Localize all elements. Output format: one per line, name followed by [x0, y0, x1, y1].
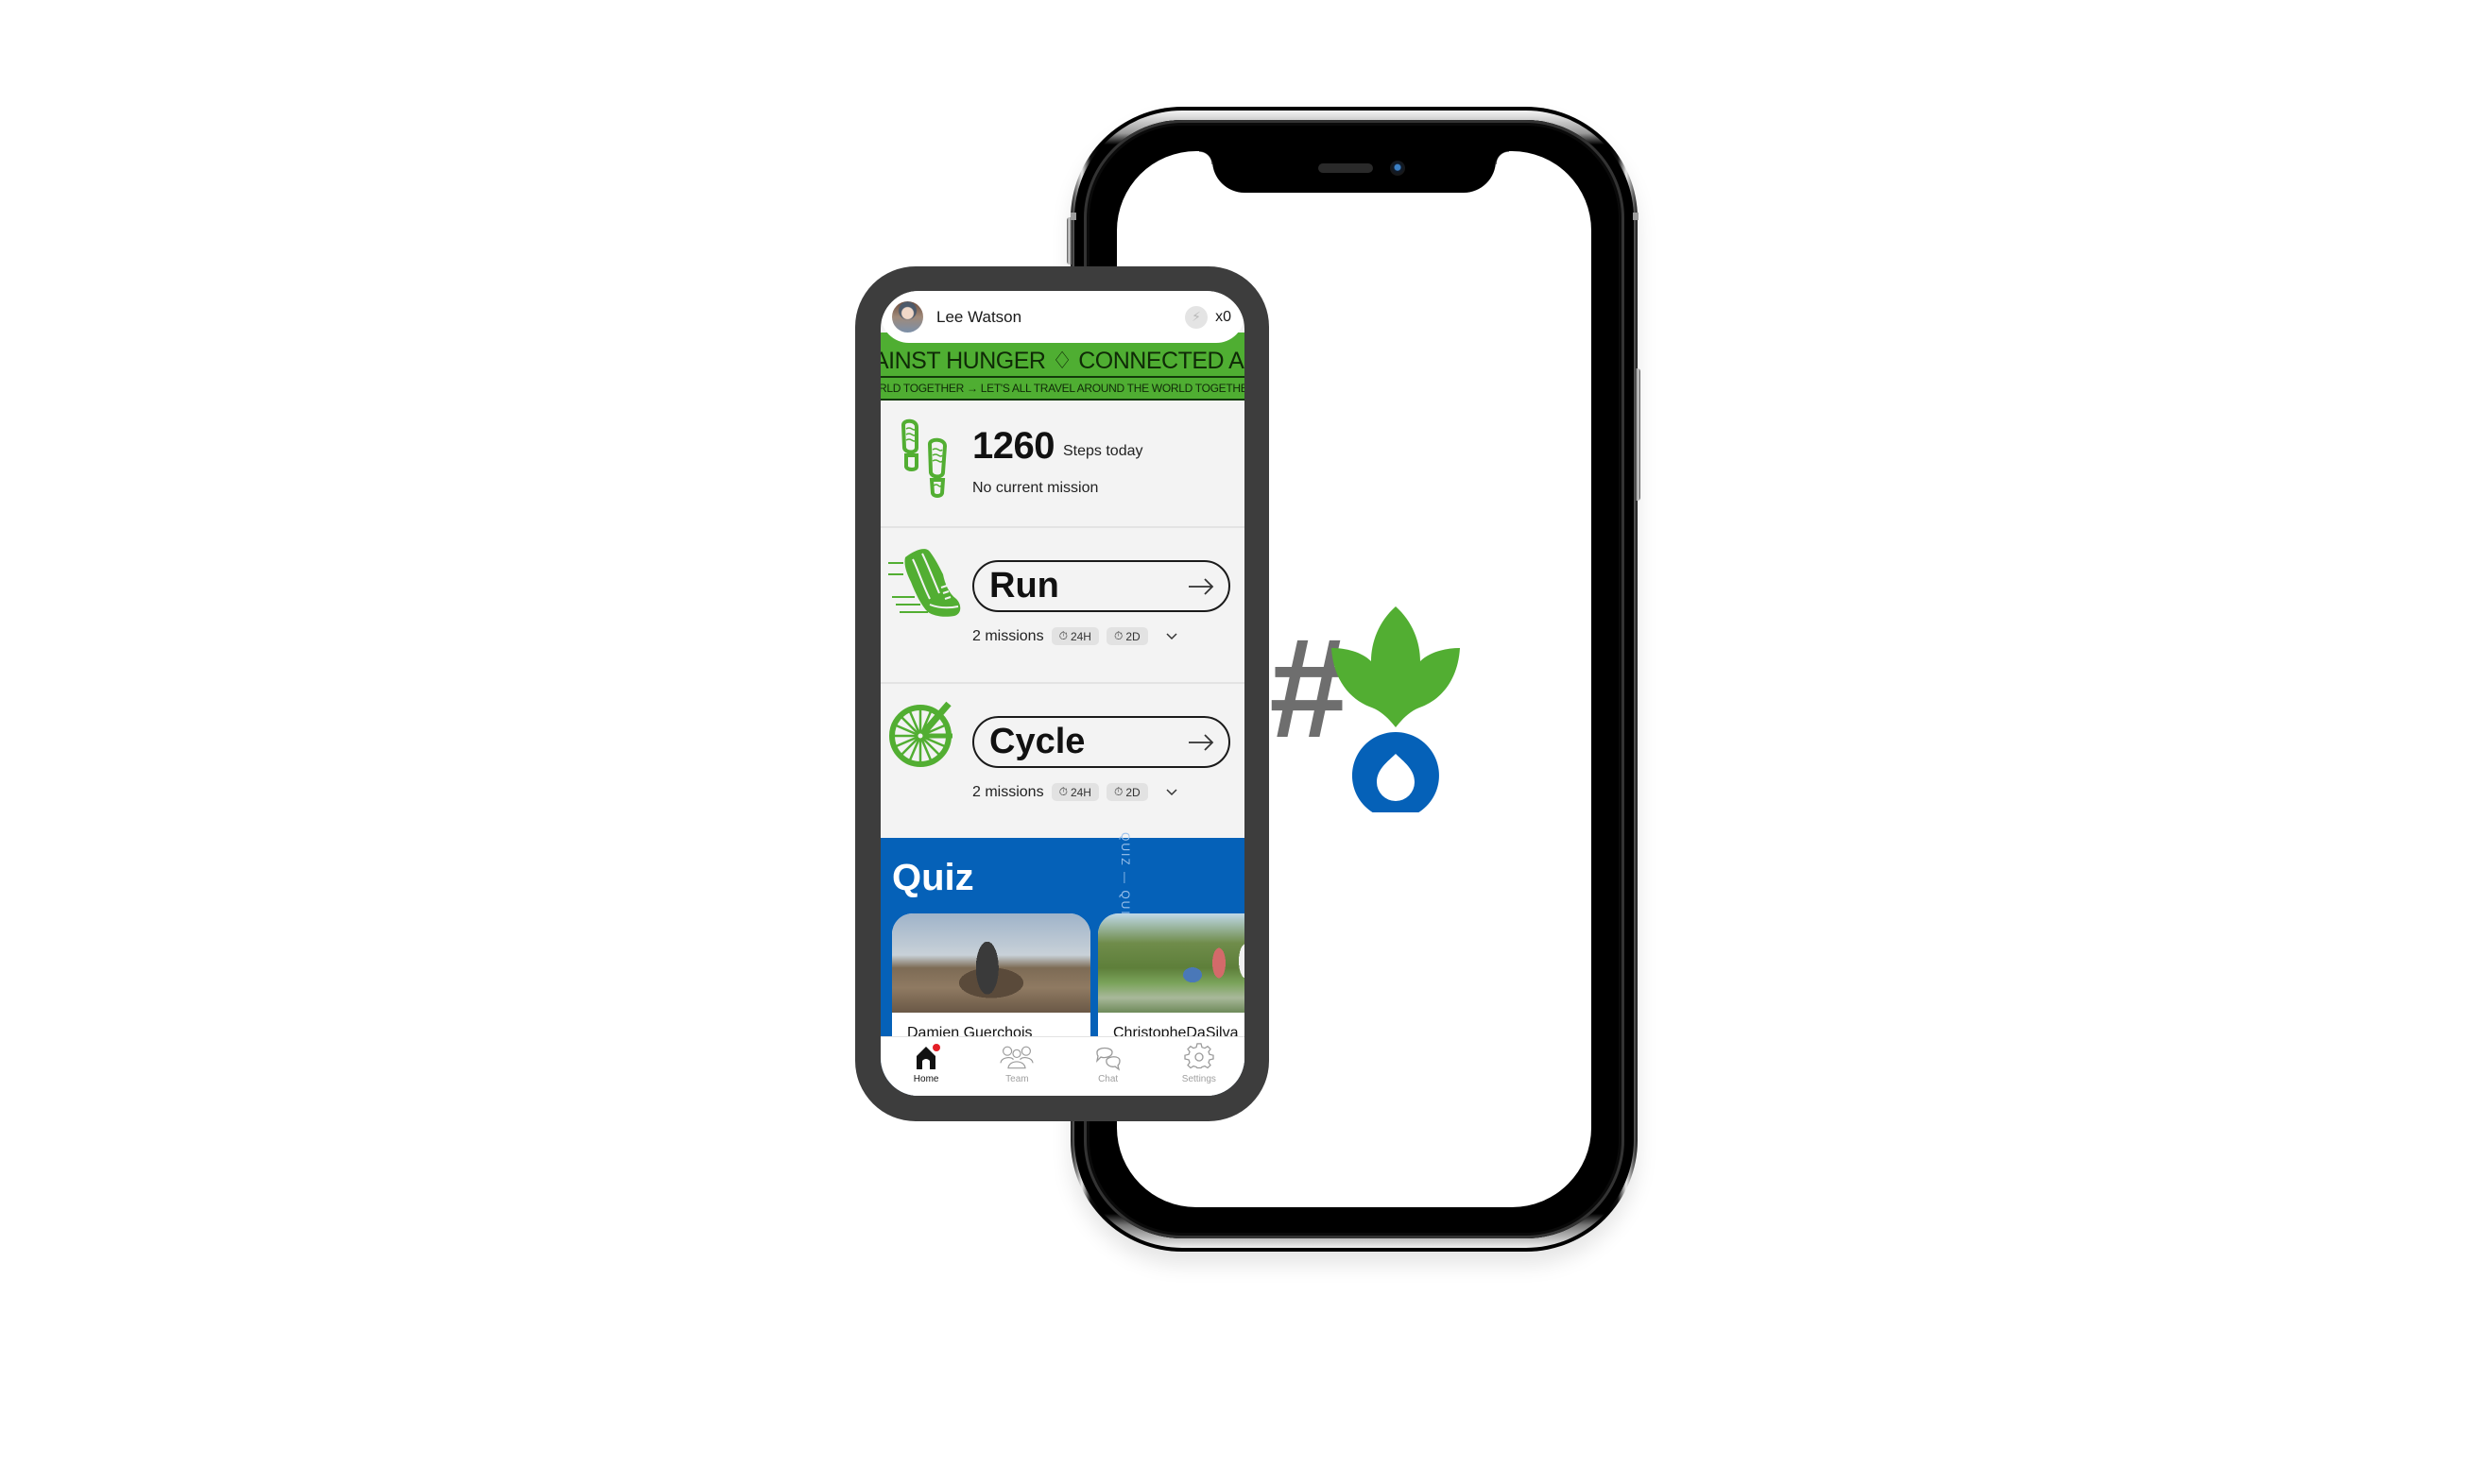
mission-count: 2 missions [972, 783, 1044, 800]
duration-chip[interactable]: ⏱ 24H [1051, 627, 1099, 645]
leaf-icon [1331, 606, 1460, 727]
activity-label: Cycle [989, 722, 1086, 761]
device-notch [1199, 151, 1509, 193]
bicycle-wheel-icon [889, 701, 952, 767]
chevron-down-icon[interactable] [1165, 632, 1178, 641]
team-icon [1000, 1046, 1035, 1069]
duration-chip[interactable]: ⏱ 2D [1106, 783, 1148, 801]
water-drop-icon [1351, 732, 1439, 812]
nav-label: Home [913, 1074, 939, 1084]
mission-status: No current mission [972, 480, 1099, 496]
nav-item-home[interactable]: Home [881, 1037, 971, 1096]
quiz-title: Quiz [892, 857, 974, 898]
notification-dot [933, 1044, 941, 1051]
duration-chip[interactable]: ⏱ 24H [1051, 783, 1099, 801]
activity-run: Run 2 missions ⏱ 24H ⏱ 2D [881, 527, 1244, 684]
nav-label: Settings [1181, 1074, 1216, 1084]
arrow-right-icon [1189, 577, 1214, 595]
activity-label: Run [989, 566, 1059, 606]
avatar[interactable] [892, 301, 923, 333]
cycle-button[interactable]: Cycle [972, 716, 1230, 768]
steps-label: Steps today [1063, 443, 1143, 459]
banner-divider [881, 399, 1244, 401]
device-volume-button [1067, 217, 1072, 264]
chevron-down-icon[interactable] [1165, 788, 1178, 797]
nav-item-chat[interactable]: Chat [1063, 1037, 1154, 1096]
nav-item-settings[interactable]: Settings [1154, 1037, 1244, 1096]
quiz-card-image [892, 913, 1090, 1013]
device-side-button [1636, 368, 1640, 501]
chip-label: 2D [1125, 785, 1141, 799]
timer-icon: ⏱ [1058, 785, 1068, 798]
app-screen: Lee Watson ⚡ x0 AINST HUNGER ♢ CONNECTED… [881, 291, 1244, 1096]
nav-label: Team [1005, 1074, 1029, 1084]
activity-meta: 2 missions ⏱ 24H ⏱ 2D [972, 783, 1178, 801]
user-name: Lee Watson [936, 307, 1022, 326]
gear-icon [1184, 1043, 1214, 1069]
speaker-grille [1318, 163, 1373, 173]
duration-chip[interactable]: ⏱ 2D [1106, 627, 1148, 645]
quiz-card-image [1098, 913, 1244, 1013]
run-button[interactable]: Run [972, 560, 1230, 612]
timer-icon: ⏱ [1113, 785, 1124, 798]
quiz-vertical-label: QUIZ — QUIZ [1119, 832, 1132, 925]
app-header: Lee Watson ⚡ x0 [881, 291, 1244, 343]
activity-cycle: Cycle 2 missions ⏱ 24H ⏱ 2D [881, 683, 1244, 838]
timer-icon: ⏱ [1113, 629, 1124, 642]
arrow-right-icon [1189, 733, 1214, 751]
mission-count: 2 missions [972, 627, 1044, 644]
nav-label: Chat [1098, 1074, 1119, 1084]
banner-divider [881, 376, 1244, 378]
chip-label: 24H [1070, 785, 1091, 799]
footprints-icon [901, 418, 948, 498]
timer-icon: ⏱ [1058, 629, 1068, 642]
brand-logo: # [1271, 606, 1460, 812]
steps-count: 1260 [972, 425, 1055, 467]
running-shoe-icon [888, 549, 961, 617]
chat-icon [1095, 1047, 1121, 1071]
antenna-band [1071, 213, 1076, 220]
hash-symbol: # [1271, 608, 1347, 767]
chip-label: 2D [1125, 629, 1141, 643]
lightning-icon: ⚡ [1185, 305, 1209, 329]
chip-label: 24H [1070, 629, 1091, 643]
steps-summary: 1260 Steps today No current mission [881, 401, 1244, 528]
nav-item-team[interactable]: Team [971, 1037, 1062, 1096]
banner-subline: RLD TOGETHER → LET'S ALL TRAVEL AROUND T… [881, 382, 1244, 395]
home-icon [917, 1044, 941, 1069]
front-camera-icon [1390, 161, 1405, 176]
device-mockup-small: Lee Watson ⚡ x0 AINST HUNGER ♢ CONNECTED… [855, 266, 1269, 1121]
antenna-band [1633, 213, 1639, 220]
activity-meta: 2 missions ⏱ 24H ⏱ 2D [972, 627, 1178, 645]
banner-headline: AINST HUNGER ♢ CONNECTED AGAINST HUNGER [881, 348, 1244, 374]
energy-count: x0 [1215, 308, 1231, 325]
bottom-nav: Home Team Chat Settings [881, 1036, 1244, 1096]
